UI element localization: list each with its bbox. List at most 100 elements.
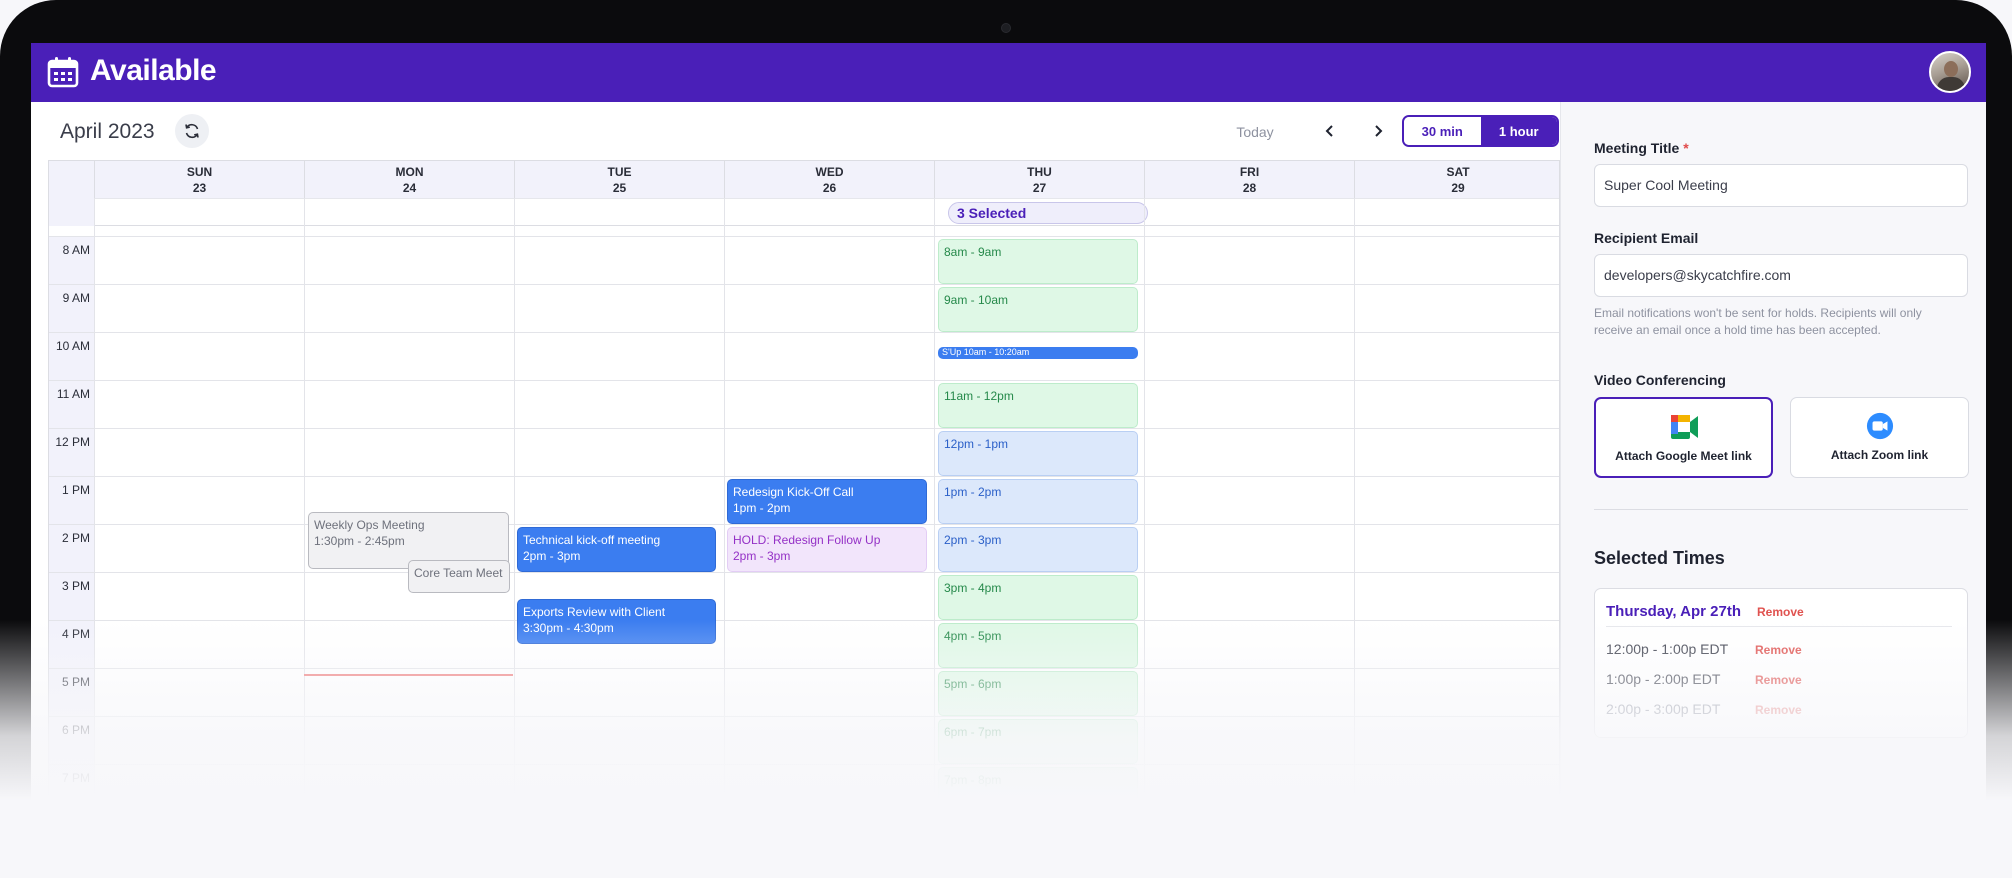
column-divider [304,198,305,878]
event-title: Weekly Ops Meeting [314,518,425,532]
hour-row[interactable]: 6 PM [49,716,1559,765]
hour-row[interactable]: 5 PM [49,668,1559,717]
standup-event[interactable]: S'Up 10am - 10:20am [938,347,1138,359]
slot-4pm[interactable]: 4pm - 5pm [938,623,1138,668]
selected-slot-1pm[interactable]: 1pm - 2pm [938,479,1138,524]
day-header-fri[interactable]: FRI 28 [1144,161,1354,198]
hour-row[interactable]: 12 PM [49,428,1559,477]
help-line: Email notifications won't be sent for ho… [1594,306,1922,320]
remove-time-button[interactable]: Remove [1755,703,1802,717]
day-name: SUN [186,165,213,179]
hour-label: 12 PM [49,429,94,477]
next-week-button[interactable] [1364,117,1392,145]
hour-row[interactable]: 11 AM [49,380,1559,429]
day-date: 25 [612,181,627,195]
event-tech-kickoff[interactable]: Technical kick-off meeting 2pm - 3pm [517,527,716,572]
event-core-team[interactable]: Core Team Meet [408,560,510,593]
refresh-icon [185,123,199,139]
previous-week-button[interactable] [1316,117,1344,145]
meeting-title-label: Meeting Title * [1594,140,1689,156]
chevron-left-icon [1325,125,1333,137]
day-header-tue[interactable]: TUE 25 [514,161,724,198]
current-month: April 2023 [60,120,155,143]
slot-time: 3pm - 4pm [944,581,1002,595]
event-time: 2pm - 3pm [733,549,791,563]
slot-3pm[interactable]: 3pm - 4pm [938,575,1138,620]
help-line: receive an email once a hold time has be… [1594,323,1881,337]
day-name: SAT [1446,165,1470,179]
event-title: Core Team Meet [414,566,503,580]
slot-time: 6pm - 7pm [944,725,1002,739]
day-header-sun[interactable]: SUN 23 [94,161,304,198]
hour-label: 7 PM [49,765,94,813]
day-date: 26 [822,181,837,195]
avatar-body [1937,77,1965,91]
hour-row[interactable]: 4 PM [49,620,1559,669]
event-hold-redesign-followup[interactable]: HOLD: Redesign Follow Up 2pm - 3pm [727,527,927,572]
current-time-indicator [304,674,513,676]
event-redesign-kickoff[interactable]: Redesign Kick-Off Call 1pm - 2pm [727,479,927,524]
meeting-title-input[interactable]: Super Cool Meeting [1594,164,1968,207]
hour-row[interactable]: 8 AM [49,236,1559,285]
slot-time: 4pm - 5pm [944,629,1002,643]
zoom-button[interactable]: Attach Zoom link [1790,397,1969,478]
meeting-panel [1560,102,1986,878]
column-divider [514,198,515,878]
app-screen: Available April 2023 Today 30 min 1 hour… [31,43,1986,878]
slot-11am[interactable]: 11am - 12pm [938,383,1138,428]
slot-time: 1pm - 2pm [944,485,1002,499]
day-header-mon[interactable]: MON 24 [304,161,514,198]
remove-day-button[interactable]: Remove [1757,605,1804,619]
day-name: TUE [607,165,632,179]
calendar-logo-icon [47,57,79,88]
hour-row[interactable]: 7 PM [49,764,1559,813]
remove-time-button[interactable]: Remove [1755,673,1802,687]
slot-7pm[interactable]: 7pm - 8pm [938,767,1138,812]
recipient-email-input[interactable]: developers@skycatchfire.com [1594,254,1968,297]
duration-30min-option[interactable]: 30 min [1404,117,1481,145]
required-mark: * [1683,140,1689,156]
refresh-button[interactable] [175,114,209,148]
slot-8am[interactable]: 8am - 9am [938,239,1138,284]
zoom-icon [1866,412,1893,440]
slot-time: 7pm - 8pm [944,773,1002,787]
hour-label: 1 PM [49,477,94,525]
avatar-head [1944,61,1958,77]
duration-toggle: 30 min 1 hour [1402,115,1559,147]
selected-count-badge[interactable]: 3 Selected [948,202,1148,224]
day-name: MON [395,165,424,179]
day-header-sat[interactable]: SAT 29 [1354,161,1559,198]
user-avatar[interactable] [1929,51,1971,93]
slot-time: 9am - 10am [944,293,1009,307]
google-meet-button[interactable]: Attach Google Meet link [1594,397,1773,478]
slot-5pm[interactable]: 5pm - 6pm [938,671,1138,716]
today-button[interactable]: Today [1216,119,1294,145]
column-divider [934,198,935,878]
camera-dot [1001,23,1011,33]
hour-row[interactable]: 3 PM [49,572,1559,621]
day-header-thu[interactable]: THU 27 [934,161,1144,198]
selected-slot-12pm[interactable]: 12pm - 1pm [938,431,1138,476]
hour-label: 6 PM [49,717,94,765]
hour-label: 2 PM [49,525,94,573]
day-date: 29 [1451,181,1465,195]
column-divider [94,198,95,878]
event-exports-review[interactable]: Exports Review with Client 3:30pm - 4:30p… [517,599,716,644]
duration-1hour-option[interactable]: 1 hour [1480,117,1557,145]
remove-time-button[interactable]: Remove [1755,643,1802,657]
slot-6pm[interactable]: 6pm - 7pm [938,719,1138,764]
chevron-right-icon [1375,125,1383,137]
google-meet-label: Attach Google Meet link [1615,449,1752,463]
slot-time: 5pm - 6pm [944,677,1002,691]
hour-row[interactable]: 9 AM [49,284,1559,333]
selected-time-item: 12:00p - 1:00p EDT [1606,641,1729,657]
day-date: 24 [402,181,417,195]
slot-time: 8am - 9am [944,245,1002,259]
selected-time-item: 2:00p - 3:00p EDT [1606,701,1721,717]
hour-row[interactable]: 10 AM [49,332,1559,381]
day-date: 27 [1032,181,1047,195]
slot-9am[interactable]: 9am - 10am [938,287,1138,332]
event-time: 1pm - 2pm [733,501,791,515]
day-header-wed[interactable]: WED 26 [724,161,934,198]
selected-slot-2pm[interactable]: 2pm - 3pm [938,527,1138,572]
